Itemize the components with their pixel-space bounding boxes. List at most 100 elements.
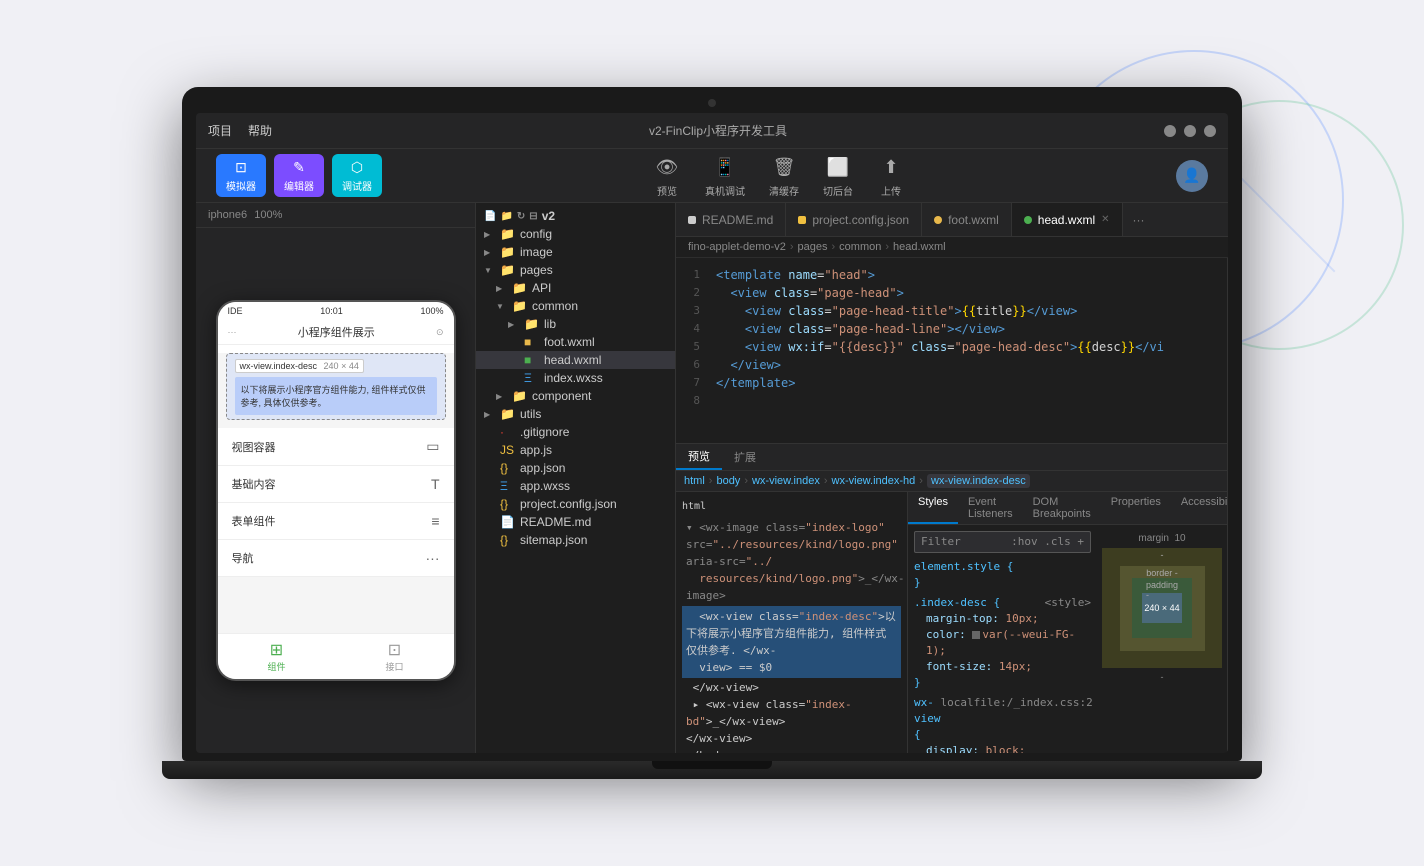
tree-item-utils[interactable]: ▶ 📁 utils <box>476 405 675 423</box>
styles-filter[interactable]: Filter :hov .cls + <box>914 531 1091 553</box>
new-folder-icon[interactable]: 📁 <box>500 211 512 222</box>
phone-bottom-component[interactable]: ⊞ 组件 <box>218 634 336 679</box>
code-content[interactable]: 1 <template name="head"> 2 <view class="… <box>676 258 1227 443</box>
tree-item-common[interactable]: ▼ 📁 common <box>476 297 675 315</box>
box-model-padding: padding - 240 × 44 <box>1132 578 1192 638</box>
panel-tab-extra[interactable]: 扩展 <box>722 445 768 469</box>
editor-button[interactable]: ✎ 编辑器 <box>274 154 324 197</box>
titlebar-menu: 项目 帮助 <box>208 122 272 139</box>
explorer-toolbar-icons: 📄 📁 ↻ ⊟ <box>484 211 538 222</box>
code-line-3: 3 <view class="page-head-title">{{title}… <box>676 302 1227 320</box>
device-info: iphone6 100% <box>196 203 475 228</box>
dom-tag-wx-desc[interactable]: wx-view.index-desc <box>927 474 1030 488</box>
panel-tab-preview[interactable]: 预览 <box>676 444 722 470</box>
collapse-icon[interactable]: ⊟ <box>529 211 537 222</box>
clear-cache-action[interactable]: 🗑 清缓存 <box>769 153 799 198</box>
tab-foot-wxml[interactable]: foot.wxml <box>922 203 1012 236</box>
code-pane: 1 <template name="head"> 2 <view class="… <box>676 258 1228 753</box>
device-name: iphone6 <box>208 209 247 221</box>
styles-tab-event-listeners[interactable]: Event Listeners <box>958 492 1023 524</box>
styles-tab-accessibility[interactable]: Accessibility <box>1171 492 1227 524</box>
tree-item-app-json[interactable]: ▶ {} app.json <box>476 459 675 477</box>
user-avatar[interactable]: 👤 <box>1176 160 1208 192</box>
tab-project-config[interactable]: project.config.json <box>786 203 922 236</box>
tree-item-lib[interactable]: ▶ 📁 lib <box>476 315 675 333</box>
tree-item-pages[interactable]: ▼ 📁 pages <box>476 261 675 279</box>
new-file-icon[interactable]: 📄 <box>484 211 496 222</box>
tree-item-head-wxml[interactable]: ▶ ■ head.wxml <box>476 351 675 369</box>
tab-close-icon[interactable]: ✕ <box>1101 214 1109 225</box>
panel-tabs: 预览 扩展 <box>676 444 1227 471</box>
phone-nav-item-1: 视图容器 ▭ <box>218 428 454 466</box>
style-rule-index-desc: .index-desc { <style> margin-top: 10px; … <box>914 595 1091 691</box>
switch-backend-icon: ⬜ <box>824 153 852 181</box>
code-line-5: 5 <view wx:if="{{desc}}" class="page-hea… <box>676 338 1227 356</box>
phone-nav-item-2: 基础内容 T <box>218 466 454 503</box>
preview-action[interactable]: 👁 预览 <box>653 153 681 198</box>
tree-item-component[interactable]: ▶ 📁 component <box>476 387 675 405</box>
tree-item-readme[interactable]: ▶ 📄 README.md <box>476 513 675 531</box>
titlebar-title: v2-FinClip小程序开发工具 <box>272 122 1164 139</box>
tab-more-button[interactable]: ··· <box>1123 213 1155 227</box>
phone-app-title: 小程序组件展示 <box>298 324 375 340</box>
breadcrumb-item-3[interactable]: head.wxml <box>893 241 946 253</box>
tree-item-index-wxss[interactable]: ▶ Ξ index.wxss <box>476 369 675 387</box>
laptop-notch <box>652 761 772 769</box>
code-line-2: 2 <view class="page-head"> <box>676 284 1227 302</box>
titlebar-controls <box>1164 125 1216 137</box>
refresh-icon[interactable]: ↻ <box>517 211 525 222</box>
menu-item-help[interactable]: 帮助 <box>248 122 272 139</box>
close-button[interactable] <box>1204 125 1216 137</box>
styles-tab-dom-breakpoints[interactable]: DOM Breakpoints <box>1023 492 1101 524</box>
box-model-border: border - padding - 240 × 44 <box>1120 566 1205 651</box>
dom-tag-wx-index[interactable]: wx-view.index <box>752 475 820 487</box>
upload-action[interactable]: ⬆ 上传 <box>877 153 905 198</box>
tab-readme[interactable]: README.md <box>676 203 786 236</box>
dom-tag-wx-hd[interactable]: wx-view.index-hd <box>832 475 916 487</box>
file-explorer: 📄 📁 ↻ ⊟ v2 ▶ 📁 config <box>476 203 676 753</box>
box-model-label: margin 10 <box>1138 533 1185 544</box>
tree-item-image[interactable]: ▶ 📁 image <box>476 243 675 261</box>
highlight-label: wx-view.index-desc 240 × 44 <box>235 359 364 373</box>
laptop-display: 项目 帮助 v2-FinClip小程序开发工具 ⊡ <box>196 113 1228 753</box>
toolbar: ⊡ 模拟器 ✎ 编辑器 ⬡ 调试器 <box>196 149 1228 203</box>
tab-bar: README.md project.config.json foot.wxml <box>676 203 1228 237</box>
tree-item-sitemap[interactable]: ▶ {} sitemap.json <box>476 531 675 549</box>
dom-tag-html[interactable]: html <box>684 475 705 487</box>
styles-content: Filter :hov .cls + element.style { } <box>908 525 1227 753</box>
switch-backend-action[interactable]: ⬜ 切后台 <box>823 153 853 198</box>
breadcrumb-item-1[interactable]: pages <box>798 241 828 253</box>
styles-tab-properties[interactable]: Properties <box>1101 492 1171 524</box>
real-device-action[interactable]: 📱 真机调试 <box>705 153 745 198</box>
minimize-button[interactable] <box>1164 125 1176 137</box>
tree-item-project-config[interactable]: ▶ {} project.config.json <box>476 495 675 513</box>
breadcrumb-item-0[interactable]: fino-applet-demo-v2 <box>688 241 786 253</box>
code-line-8: 8 <box>676 392 1227 410</box>
laptop-screen: 项目 帮助 v2-FinClip小程序开发工具 ⊡ <box>182 87 1242 761</box>
toolbar-center: 👁 预览 📱 真机调试 🗑 清缓存 ⬜ 切 <box>382 153 1176 198</box>
panel-content: html ▾ <wx-image class="index-logo" src=… <box>676 492 1227 753</box>
style-rule-element: element.style { } <box>914 559 1091 591</box>
tree-item-app-wxss[interactable]: ▶ Ξ app.wxss <box>476 477 675 495</box>
dom-tag-body[interactable]: body <box>716 475 740 487</box>
tree-item-app-js[interactable]: ▶ JS app.js <box>476 441 675 459</box>
titlebar: 项目 帮助 v2-FinClip小程序开发工具 <box>196 113 1228 149</box>
pseudo-filter[interactable]: :hov .cls + <box>1011 534 1084 550</box>
maximize-button[interactable] <box>1184 125 1196 137</box>
simulator-label: 模拟器 <box>226 178 256 193</box>
styles-tab-styles[interactable]: Styles <box>908 492 958 524</box>
tree-item-api[interactable]: ▶ 📁 API <box>476 279 675 297</box>
device-zoom: 100% <box>254 209 282 221</box>
tab-head-wxml[interactable]: head.wxml ✕ <box>1012 203 1123 236</box>
tree-item-foot-wxml[interactable]: ▶ ■ foot.wxml <box>476 333 675 351</box>
breadcrumb-item-2[interactable]: common <box>839 241 881 253</box>
simulator-icon: ⊡ <box>232 158 250 176</box>
simulator-button[interactable]: ⊡ 模拟器 <box>216 154 266 197</box>
phone-bottom-api[interactable]: ⊡ 接口 <box>336 634 454 679</box>
phone-nav-item-3: 表单组件 ≡ <box>218 503 454 540</box>
styles-left: Filter :hov .cls + element.style { } <box>908 525 1097 753</box>
tree-item-config[interactable]: ▶ 📁 config <box>476 225 675 243</box>
debug-button[interactable]: ⬡ 调试器 <box>332 154 382 197</box>
menu-item-project[interactable]: 项目 <box>208 122 232 139</box>
tree-item-gitignore[interactable]: ▶ · .gitignore <box>476 423 675 441</box>
